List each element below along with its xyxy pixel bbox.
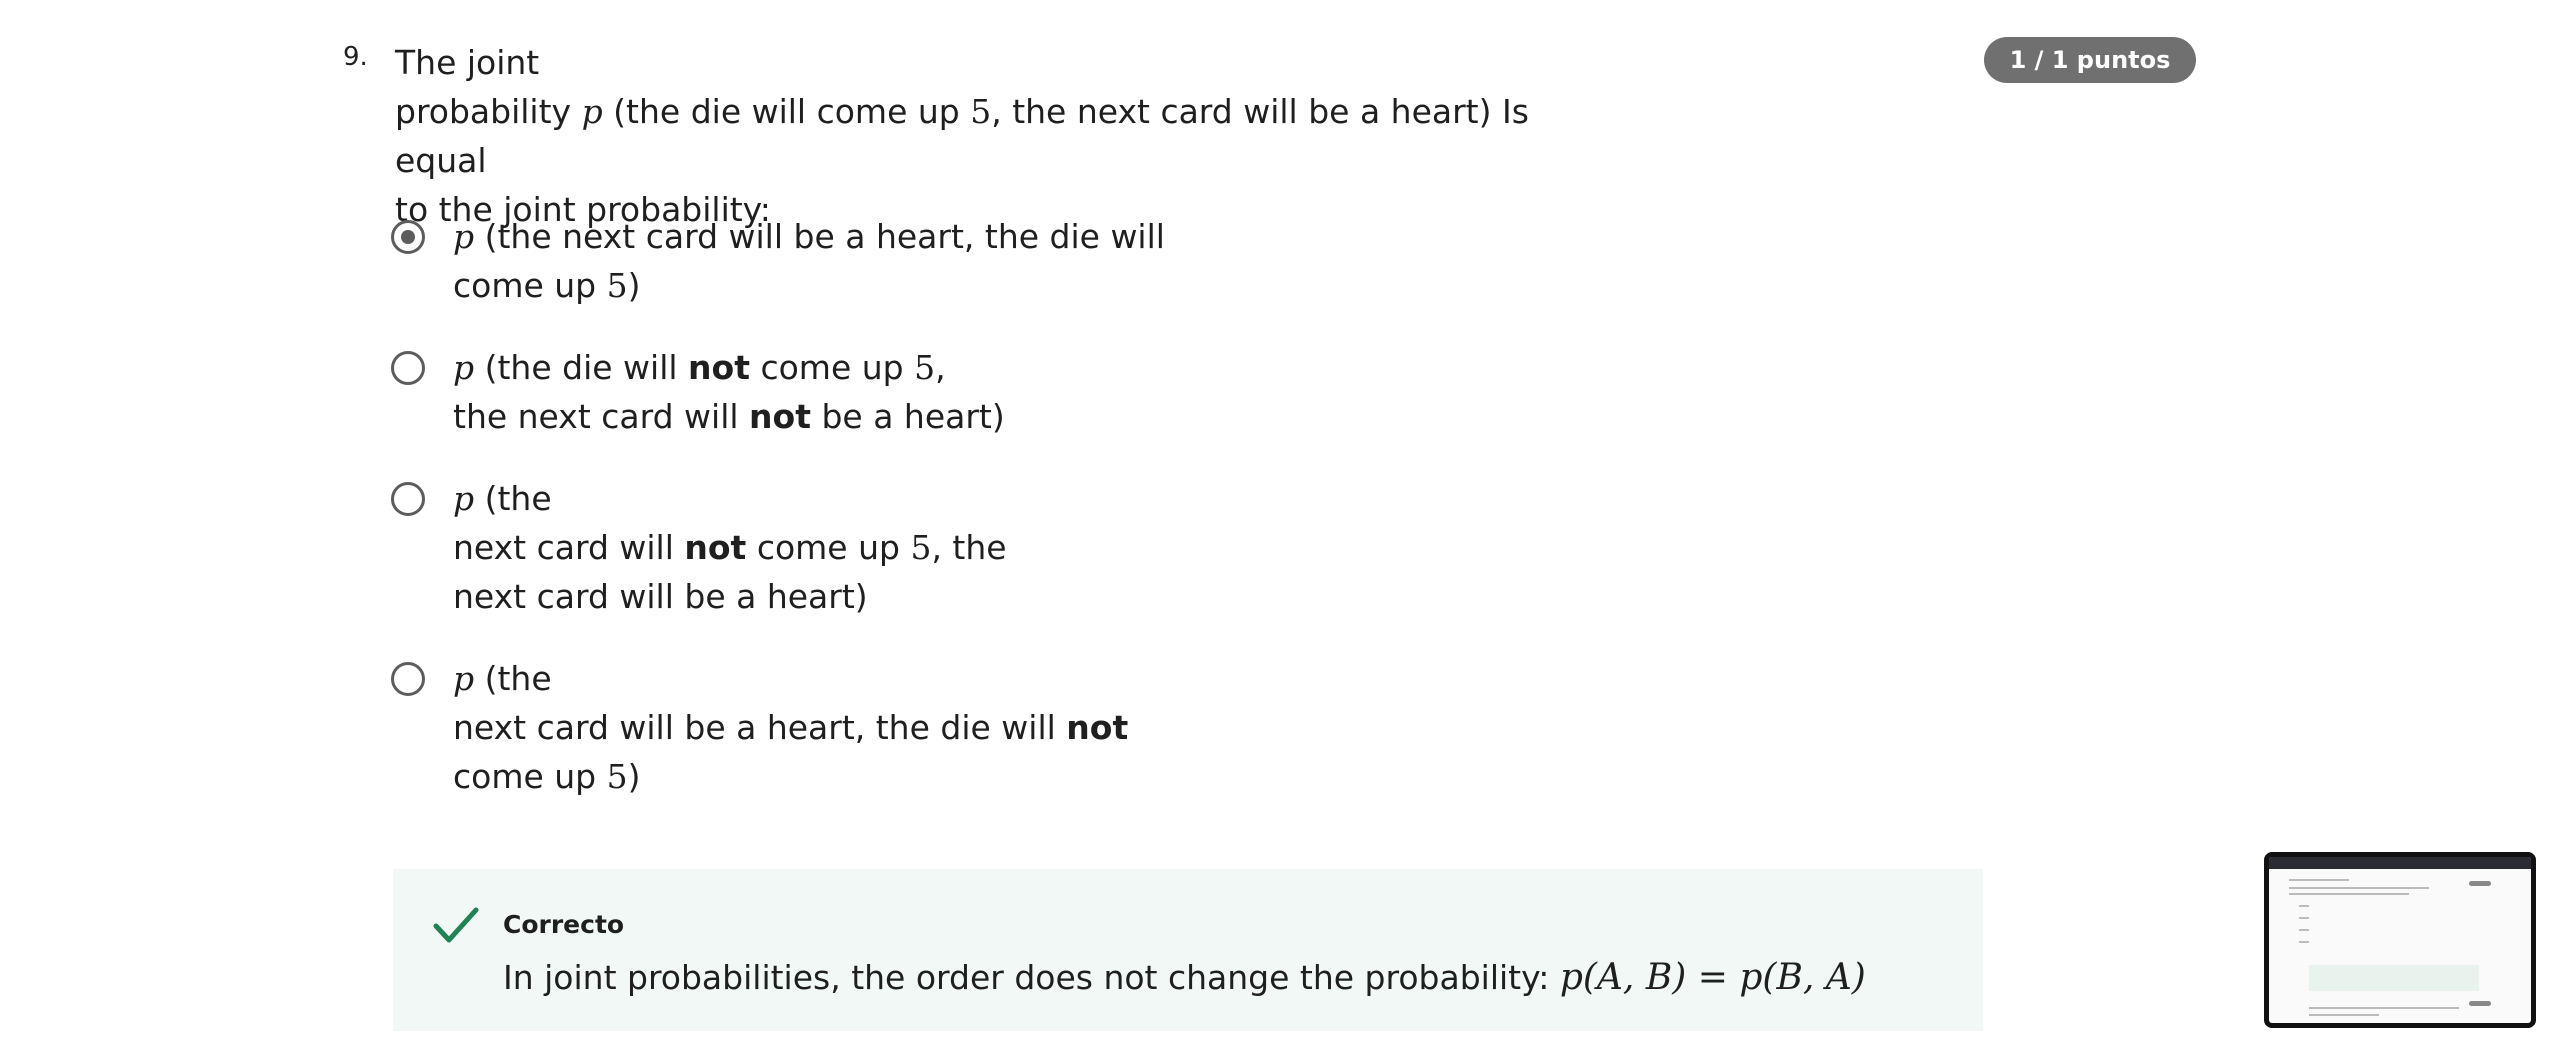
- option-2[interactable]: p (the die will not come up 5, the next …: [390, 343, 1290, 441]
- option-1[interactable]: p (the next card will be a heart, the di…: [390, 212, 1290, 310]
- feedback-panel: Correcto In joint probabilities, the ord…: [393, 869, 1983, 1031]
- radio-icon[interactable]: [391, 482, 425, 516]
- radio-icon[interactable]: [391, 662, 425, 696]
- question-text: The joint probability p (the die will co…: [395, 43, 1529, 229]
- quiz-page: 9. The joint probability p (the die will…: [0, 0, 2560, 1052]
- radio-icon[interactable]: [391, 351, 425, 385]
- math-p: p: [581, 92, 603, 131]
- check-icon: [433, 907, 479, 943]
- screen-preview-thumbnail[interactable]: [2264, 852, 2536, 1028]
- feedback-text: In joint probabilities, the order does n…: [503, 957, 1866, 998]
- feedback-formula: p(A, B) = p(B, A): [1559, 957, 1866, 998]
- feedback-title: Correcto: [503, 910, 625, 939]
- answer-options: p (the next card will be a heart, the di…: [390, 212, 1290, 801]
- question-intro: The joint: [395, 43, 540, 82]
- radio-selected-icon[interactable]: [391, 220, 425, 254]
- question-number: 9.: [343, 42, 368, 72]
- option-3[interactable]: p (the next card will not come up 5, the…: [390, 474, 1290, 621]
- option-4[interactable]: p (the next card will be a heart, the di…: [390, 654, 1290, 801]
- score-badge: 1 / 1 puntos: [1984, 37, 2196, 83]
